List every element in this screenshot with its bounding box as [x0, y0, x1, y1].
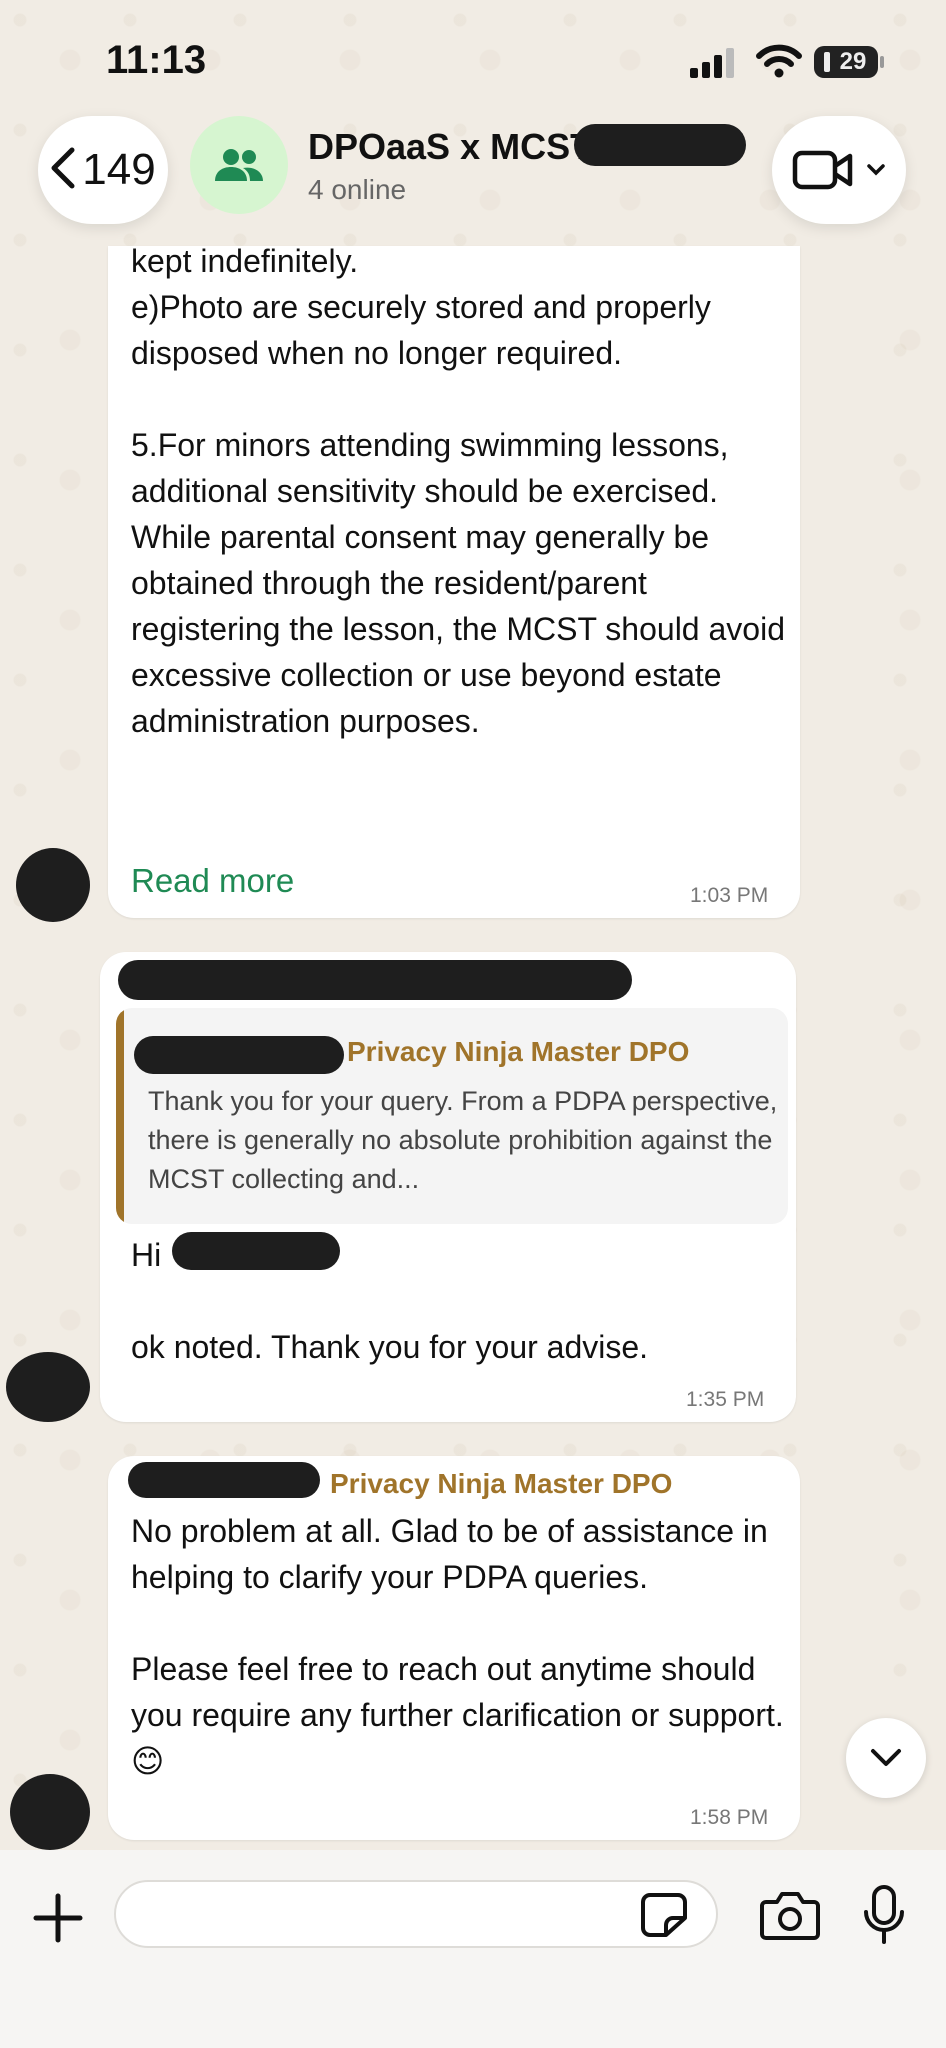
group-avatar[interactable] — [190, 116, 288, 214]
message-time: 1:58 PM — [690, 1806, 769, 1829]
chevron-down-icon — [871, 1749, 901, 1766]
microphone-icon[interactable] — [862, 1884, 906, 1946]
camera-icon[interactable] — [760, 1890, 820, 1940]
unread-count: 149 — [82, 145, 156, 194]
redacted-quoted-sender — [134, 1036, 344, 1074]
sender-name: Privacy Ninja Master DPO — [330, 1468, 673, 1499]
redacted-sender-name — [118, 960, 632, 1000]
message-text: ok noted. Thank you for your advise. — [131, 1329, 649, 1365]
message-input[interactable] — [114, 1880, 718, 1948]
redacted-name — [172, 1232, 340, 1270]
chat-subtitle: 4 online — [308, 174, 407, 205]
message-time: 1:03 PM — [690, 884, 769, 907]
message-time: 1:35 PM — [686, 1388, 765, 1411]
redacted-avatar — [10, 1774, 90, 1850]
redacted-sender-name — [128, 1462, 320, 1498]
battery-icon: 29 — [814, 46, 878, 78]
sticker-icon[interactable] — [640, 1892, 688, 1938]
redacted-avatar — [16, 848, 90, 922]
back-button[interactable]: 149 — [38, 116, 168, 224]
wifi-icon — [756, 44, 802, 78]
message-text: kept indefinitely. e)Photo are securely … — [131, 243, 785, 739]
battery-level: 29 — [839, 48, 867, 75]
plus-icon[interactable] — [30, 1890, 86, 1946]
redacted-title-part — [574, 124, 746, 166]
cellular-signal-icon — [690, 48, 734, 78]
battery-nub — [880, 56, 884, 68]
greeting-text: Hi — [131, 1237, 162, 1273]
scroll-to-bottom-button[interactable] — [846, 1718, 926, 1798]
status-time: 11:13 — [106, 38, 207, 82]
message-text: No problem at all. Glad to be of assista… — [131, 1513, 784, 1779]
message-composer — [0, 1850, 946, 2048]
chevron-down-icon — [867, 164, 885, 176]
read-more-link[interactable]: Read more — [131, 862, 294, 900]
quoted-text: Thank you for your query. From a PDPA pe… — [148, 1086, 778, 1194]
group-icon — [215, 149, 263, 181]
chevron-left-icon — [51, 147, 75, 189]
redacted-avatar — [6, 1352, 90, 1422]
quoted-message[interactable]: Privacy Ninja Master DPO Thank you for y… — [116, 1008, 788, 1224]
quote-bar — [116, 1008, 124, 1224]
video-call-button[interactable] — [772, 116, 906, 224]
video-camera-icon — [792, 150, 853, 190]
quoted-sender-name: Privacy Ninja Master DPO — [347, 1036, 690, 1067]
chat-header: 149 DPOaaS x MCST 4 online — [0, 110, 946, 246]
status-bar: 11:13 29 — [0, 0, 946, 110]
chat-title[interactable]: DPOaaS x MCST — [308, 126, 592, 168]
